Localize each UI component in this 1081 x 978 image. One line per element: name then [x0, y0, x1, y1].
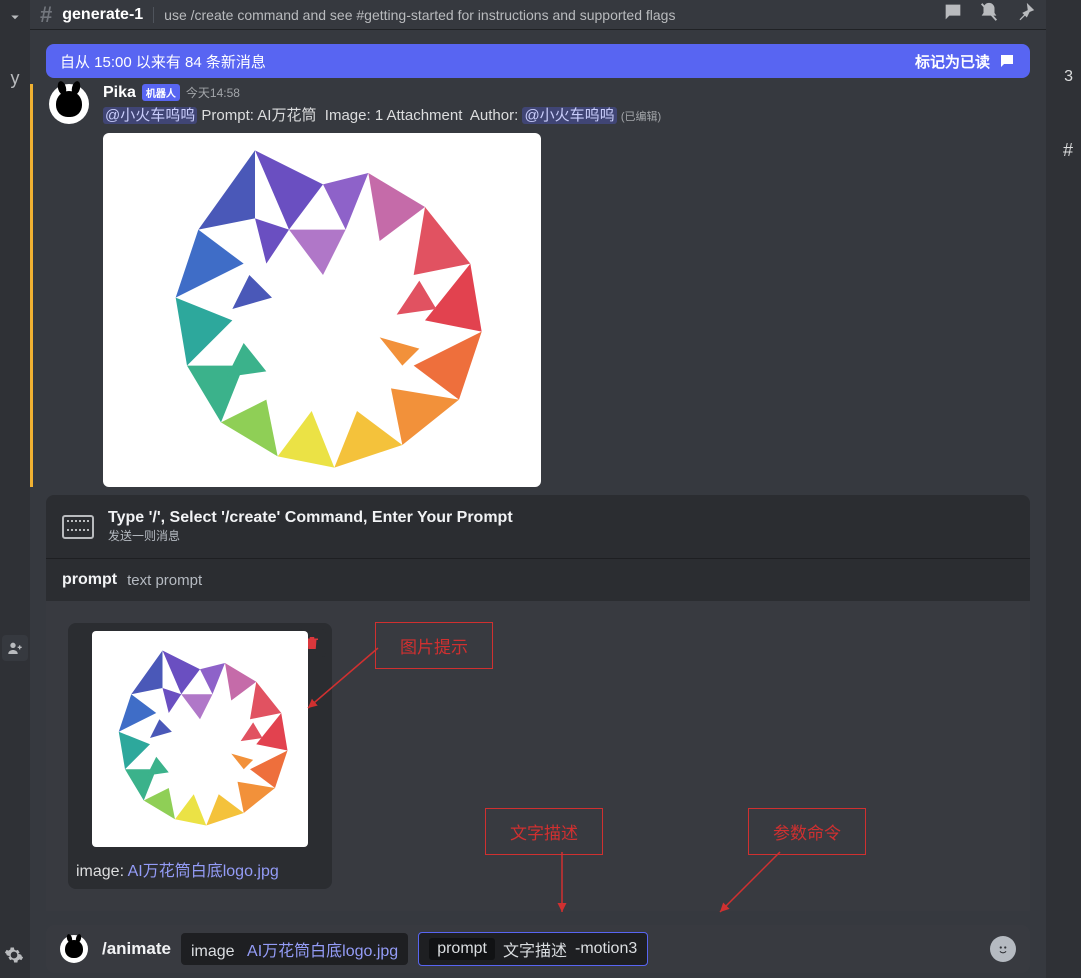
right-sidebar: 3 # [1046, 0, 1081, 978]
upload-thumbnail[interactable] [92, 631, 308, 847]
emoji-button[interactable] [990, 936, 1016, 962]
prompt-label: Prompt: [201, 107, 254, 124]
message-timestamp: 今天14:58 [186, 84, 240, 101]
reply-tip: Type '/', Select '/create' Command, Ente… [46, 495, 1030, 558]
chevron-down-icon[interactable] [6, 8, 24, 31]
attachment-image[interactable] [103, 133, 541, 487]
right-count: 3 [1064, 68, 1073, 86]
command-name: /animate [102, 939, 171, 959]
message: Pika 机器人 今天14:58 @小火车呜呜 Prompt: AI万花筒 Im… [30, 84, 1046, 487]
upload-area: image: AI万花筒白底logo.jpg [46, 601, 1030, 911]
hash-icon: # [40, 2, 52, 28]
mention[interactable]: @小火车呜呜 [522, 107, 616, 124]
main-area: 自从 15:00 以来有 84 条新消息 标记为已读 Pika 机器人 今天14… [30, 30, 1046, 978]
upload-card: image: AI万花筒白底logo.jpg [68, 623, 332, 889]
chip-prompt-key: prompt [429, 938, 495, 960]
gear-icon[interactable] [4, 945, 24, 970]
left-sidebar: y [0, 0, 30, 978]
author-label: Author: [470, 107, 518, 124]
chip-prompt-text: 文字描述 [503, 937, 567, 961]
mark-read-icon [998, 52, 1016, 70]
reply-tip-title: Type '/', Select '/create' Command, Ente… [108, 509, 513, 527]
upload-filename: AI万花筒白底logo.jpg [128, 863, 279, 880]
image-label: Image: [325, 107, 371, 124]
param-desc: text prompt [127, 572, 202, 589]
image-value: 1 Attachment [375, 107, 463, 124]
param-suggestion[interactable]: prompt text prompt [46, 558, 1030, 601]
new-messages-banner[interactable]: 自从 15:00 以来有 84 条新消息 标记为已读 [46, 44, 1030, 78]
param-name: prompt [62, 571, 117, 589]
avatar[interactable] [49, 84, 89, 124]
chip-image-file: AI万花筒白底logo.jpg [247, 943, 398, 960]
keyboard-icon [62, 515, 94, 539]
reply-tip-sub: 发送一则消息 [108, 527, 513, 544]
channel-topic: use /create command and see #getting-sta… [153, 7, 932, 23]
chip-image-key: image [191, 943, 235, 960]
prompt-value: AI万花筒 [257, 107, 316, 124]
pin-icon[interactable] [1014, 1, 1036, 28]
channel-header: # generate-1 use /create command and see… [30, 0, 1046, 30]
add-user-icon[interactable] [2, 635, 28, 661]
upload-prefix: image: [76, 863, 124, 880]
bot-tag: 机器人 [142, 84, 180, 101]
new-messages-text: 自从 15:00 以来有 84 条新消息 [60, 51, 266, 72]
edited-tag: (已编辑) [621, 111, 661, 123]
notifications-icon[interactable] [978, 1, 1000, 28]
mark-read-button[interactable]: 标记为已读 [915, 51, 990, 72]
mention[interactable]: @小火车呜呜 [103, 107, 197, 124]
chip-prompt-motion: -motion3 [575, 940, 637, 958]
chip-image[interactable]: image AI万花筒白底logo.jpg [181, 933, 408, 965]
chip-prompt[interactable]: prompt 文字描述 -motion3 [418, 932, 648, 966]
message-author[interactable]: Pika [103, 84, 136, 102]
message-input[interactable]: /animate image AI万花筒白底logo.jpg prompt 文字… [46, 925, 1030, 973]
sidebar-letter: y [0, 68, 30, 89]
threads-icon[interactable] [942, 1, 964, 28]
upload-label: image: AI万花筒白底logo.jpg [76, 857, 324, 881]
command-avatar [60, 935, 88, 963]
right-hash-icon: # [1063, 140, 1073, 161]
channel-name: generate-1 [62, 6, 143, 24]
